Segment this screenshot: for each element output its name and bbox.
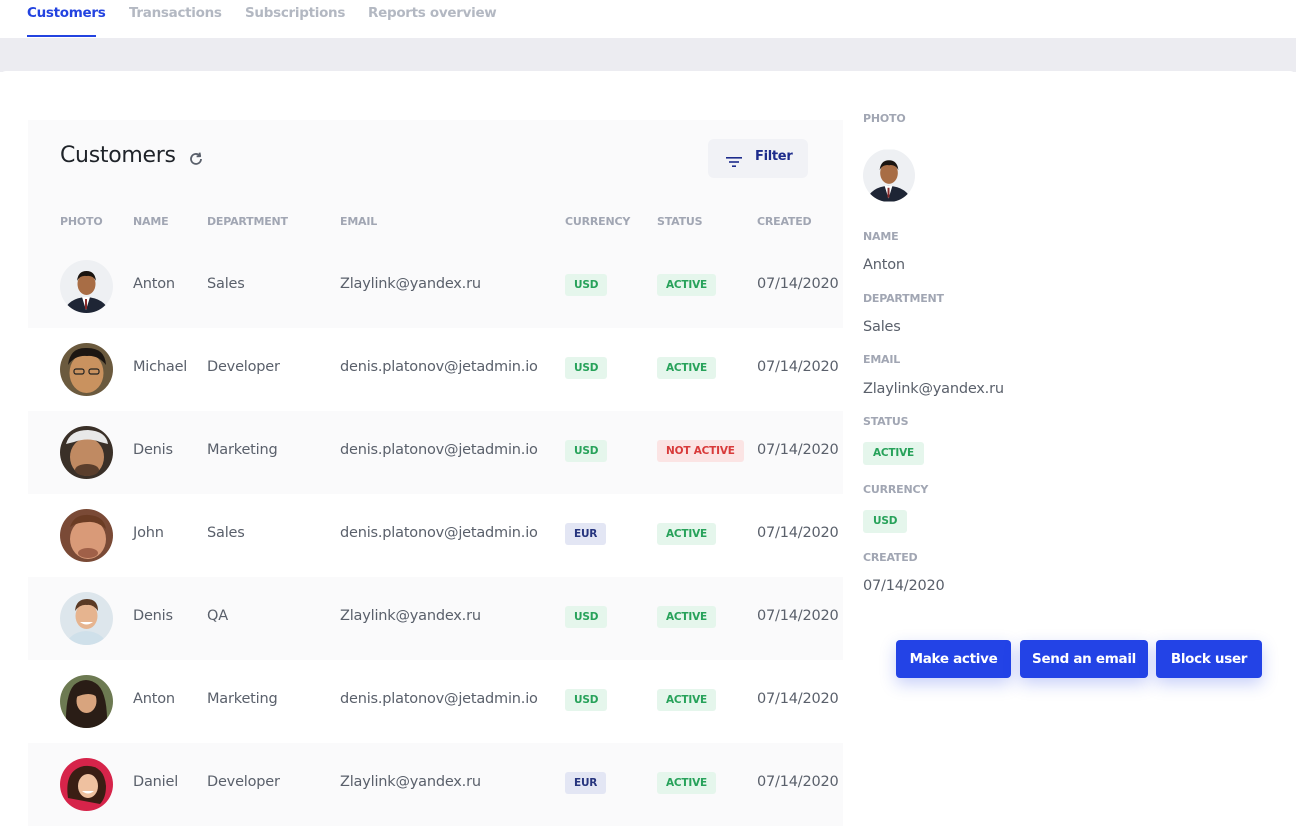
send-email-button[interactable]: Send an email xyxy=(1020,640,1148,678)
detail-currency-label: CURRENCY xyxy=(863,483,929,496)
tab-reports-overview[interactable]: Reports overview xyxy=(368,5,497,21)
cell-name: Denis xyxy=(133,442,173,458)
cell-department: Marketing xyxy=(207,691,278,707)
tab-customers[interactable]: Customers xyxy=(27,5,106,21)
cell-email: Zlaylink@yandex.ru xyxy=(340,276,481,292)
cell-name: Michael xyxy=(133,359,188,375)
status-badge: ACTIVE xyxy=(657,274,716,296)
cell-created: 07/14/2020 xyxy=(757,774,839,790)
tab-transactions[interactable]: Transactions xyxy=(129,5,222,21)
block-user-button[interactable]: Block user xyxy=(1156,640,1262,678)
cell-created: 07/14/2020 xyxy=(757,276,839,292)
cell-created: 07/14/2020 xyxy=(757,608,839,624)
currency-badge: USD xyxy=(565,357,608,379)
status-badge: ACTIVE xyxy=(657,606,716,628)
table-row[interactable]: Anton Marketing denis.platonov@jetadmin.… xyxy=(28,660,843,743)
table-title: Customers xyxy=(60,143,176,168)
avatar xyxy=(60,758,113,811)
table-row[interactable]: Michael Developer denis.platonov@jetadmi… xyxy=(28,328,843,411)
tab-subscriptions[interactable]: Subscriptions xyxy=(245,5,345,21)
cell-department: Marketing xyxy=(207,442,278,458)
cell-name: John xyxy=(133,525,164,541)
column-header-currency[interactable]: CURRENCY xyxy=(565,215,630,228)
active-tab-indicator xyxy=(27,35,96,37)
avatar xyxy=(60,509,113,562)
cell-department: Sales xyxy=(207,276,245,292)
detail-photo-label: PHOTO xyxy=(863,112,906,125)
detail-created-label: CREATED xyxy=(863,551,918,564)
column-header-department[interactable]: DEPARTMENT xyxy=(207,215,288,228)
status-badge: ACTIVE xyxy=(657,772,716,794)
cell-email: Zlaylink@yandex.ru xyxy=(340,774,481,790)
cell-email: denis.platonov@jetadmin.io xyxy=(340,442,538,458)
detail-currency-badge: USD xyxy=(863,510,908,533)
detail-avatar xyxy=(863,149,915,202)
status-badge: ACTIVE xyxy=(657,357,716,379)
filter-button[interactable]: Filter xyxy=(708,139,808,178)
cell-email: denis.platonov@jetadmin.io xyxy=(340,691,538,707)
cell-created: 07/14/2020 xyxy=(757,525,839,541)
avatar xyxy=(60,675,113,728)
column-header-created[interactable]: CREATED xyxy=(757,215,812,228)
filter-label: Filter xyxy=(755,149,793,164)
status-badge: NOT ACTIVE xyxy=(657,440,744,462)
cell-email: denis.platonov@jetadmin.io xyxy=(340,525,538,541)
detail-status-badge: ACTIVE xyxy=(863,442,924,465)
cell-created: 07/14/2020 xyxy=(757,442,839,458)
avatar xyxy=(60,426,113,479)
cell-email: denis.platonov@jetadmin.io xyxy=(340,359,538,375)
detail-email-value: Zlaylink@yandex.ru xyxy=(863,381,1004,397)
detail-created-value: 07/14/2020 xyxy=(863,578,945,594)
cell-created: 07/14/2020 xyxy=(757,359,839,375)
top-nav: Customers Transactions Subscriptions Rep… xyxy=(0,0,1296,38)
detail-status-label: STATUS xyxy=(863,415,909,428)
table-row[interactable]: John Sales denis.platonov@jetadmin.io EU… xyxy=(28,494,843,577)
column-header-photo[interactable]: PHOTO xyxy=(60,215,103,228)
cell-department: Sales xyxy=(207,525,245,541)
detail-name-value: Anton xyxy=(863,257,905,273)
table-row[interactable]: Daniel Developer Zlaylink@yandex.ru EUR … xyxy=(28,743,843,826)
filter-icon xyxy=(726,153,742,172)
currency-badge: EUR xyxy=(565,772,607,794)
cell-email: Zlaylink@yandex.ru xyxy=(340,608,481,624)
cell-name: Daniel xyxy=(133,774,179,790)
currency-badge: USD xyxy=(565,440,608,462)
detail-department-label: DEPARTMENT xyxy=(863,292,944,305)
detail-email-label: EMAIL xyxy=(863,353,901,366)
table-row[interactable]: Denis QA Zlaylink@yandex.ru USD ACTIVE 0… xyxy=(28,577,843,660)
header-band xyxy=(0,38,1296,72)
table-row[interactable]: Anton Sales Zlaylink@yandex.ru USD ACTIV… xyxy=(28,245,843,328)
cell-name: Anton xyxy=(133,691,175,707)
make-active-button[interactable]: Make active xyxy=(896,640,1011,678)
status-badge: ACTIVE xyxy=(657,689,716,711)
currency-badge: USD xyxy=(565,689,608,711)
cell-department: Developer xyxy=(207,359,280,375)
detail-department-value: Sales xyxy=(863,319,901,335)
currency-badge: USD xyxy=(565,606,608,628)
status-badge: ACTIVE xyxy=(657,523,716,545)
cell-department: QA xyxy=(207,608,228,624)
cell-name: Denis xyxy=(133,608,173,624)
refresh-icon[interactable] xyxy=(187,150,205,168)
detail-name-label: NAME xyxy=(863,230,899,243)
cell-department: Developer xyxy=(207,774,280,790)
currency-badge: USD xyxy=(565,274,608,296)
column-header-name[interactable]: NAME xyxy=(133,215,169,228)
avatar xyxy=(60,260,113,313)
column-header-status[interactable]: STATUS xyxy=(657,215,703,228)
table-row[interactable]: Denis Marketing denis.platonov@jetadmin.… xyxy=(28,411,843,494)
avatar xyxy=(60,343,113,396)
avatar xyxy=(60,592,113,645)
cell-created: 07/14/2020 xyxy=(757,691,839,707)
column-header-email[interactable]: EMAIL xyxy=(340,215,377,228)
cell-name: Anton xyxy=(133,276,175,292)
currency-badge: EUR xyxy=(565,523,607,545)
